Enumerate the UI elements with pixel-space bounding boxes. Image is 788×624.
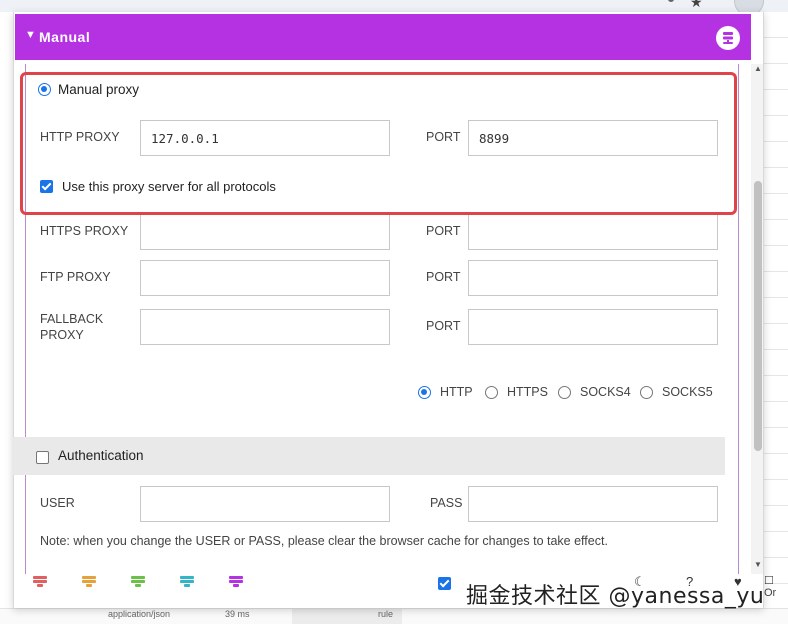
fallback-https-label: HTTPS [507, 385, 548, 399]
background-cell: application/json [108, 609, 171, 619]
checkbox-checked[interactable] [40, 180, 53, 193]
authentication-checkbox[interactable] [36, 451, 49, 467]
scroll-down-icon[interactable]: ▼ [754, 560, 762, 569]
ftp-proxy-input[interactable] [140, 260, 390, 296]
profile-menu-icon[interactable] [716, 26, 740, 50]
fallback-port-input[interactable] [468, 309, 718, 345]
all-protocols-label: Use this proxy server for all protocols [62, 179, 276, 194]
auth-note: Note: when you change the USER or PASS, … [40, 534, 608, 548]
fallback-socks5-radio[interactable] [640, 386, 653, 402]
user-input[interactable] [140, 486, 390, 522]
http-port-label: PORT [426, 130, 461, 144]
all-protocols-checkbox[interactable] [40, 180, 53, 196]
fallback-http-radio[interactable] [418, 386, 431, 402]
fallback-port-label: PORT [426, 319, 461, 333]
profile-header[interactable]: ▼ Manual [15, 14, 751, 60]
radio-selected[interactable] [38, 83, 51, 96]
fallback-socks4-label: SOCKS4 [580, 385, 631, 399]
user-label: USER [40, 496, 75, 510]
scroll-up-icon[interactable]: ▲ [754, 64, 762, 73]
fallback-socks5-label: SOCKS5 [662, 385, 713, 399]
background-table-footer: application/json 39 ms rule [0, 608, 788, 624]
star-icon[interactable]: ★ [690, 0, 703, 11]
background-option: ☐ Or [764, 575, 777, 599]
watermark-text: 掘金技术社区 @yanessa_yu [466, 584, 765, 609]
http-proxy-input[interactable] [140, 120, 390, 156]
proxy-teal-icon[interactable] [180, 576, 194, 590]
fallback-https-radio[interactable] [485, 386, 498, 402]
manual-proxy-radio[interactable] [38, 83, 51, 99]
profile-title: Manual [39, 29, 91, 45]
collapse-caret-icon[interactable]: ▼ [25, 29, 36, 41]
proxy-red-icon[interactable] [33, 576, 47, 590]
checkbox-unchecked[interactable] [36, 451, 49, 464]
ftp-port-label: PORT [426, 270, 461, 284]
proxy-green-icon[interactable] [131, 576, 145, 590]
ftp-port-input[interactable] [468, 260, 718, 296]
background-cell: rule [378, 609, 394, 619]
https-proxy-input[interactable] [140, 214, 390, 250]
fallback-socks4-radio[interactable] [558, 386, 571, 402]
fallback-proxy-label: FALLBACK PROXY [40, 312, 104, 342]
pass-input[interactable] [468, 486, 718, 522]
proxy-purple-icon[interactable] [229, 576, 243, 590]
https-port-label: PORT [426, 224, 461, 238]
https-proxy-label: HTTPS PROXY [40, 224, 129, 238]
http-port-input[interactable] [468, 120, 718, 156]
footer-enable-checkbox[interactable] [438, 577, 451, 593]
fallback-proxy-input[interactable] [140, 309, 390, 345]
fallback-http-label: HTTP [440, 385, 473, 399]
authentication-label: Authentication [58, 448, 144, 463]
popup-scrollbar[interactable]: ▲ ▼ [751, 64, 763, 574]
ftp-proxy-label: FTP PROXY [40, 270, 111, 284]
pass-label: PASS [430, 496, 463, 510]
http-proxy-label: HTTP PROXY [40, 130, 120, 144]
manual-proxy-label: Manual proxy [58, 82, 140, 97]
https-port-input[interactable] [468, 214, 718, 250]
background-table [764, 12, 788, 624]
proxy-orange-icon[interactable] [82, 576, 96, 590]
scrollbar-thumb[interactable] [754, 181, 762, 451]
background-cell: 39 ms [225, 609, 250, 619]
